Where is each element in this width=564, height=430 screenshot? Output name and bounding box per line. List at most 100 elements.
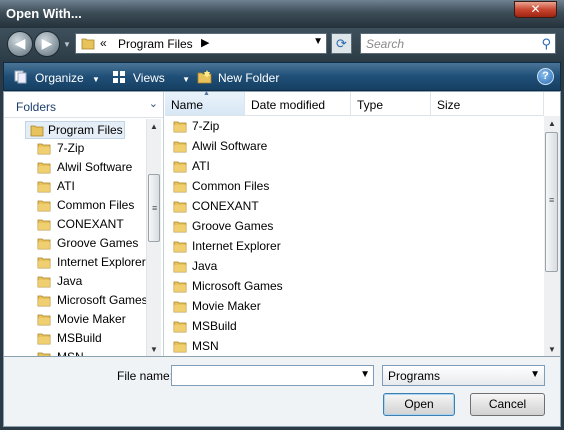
- chevron-down-icon[interactable]: ⌄: [149, 97, 158, 110]
- tree-item-label: Alwil Software: [57, 160, 133, 174]
- window-title: Open With...: [6, 6, 82, 21]
- folder-icon: [37, 294, 51, 310]
- column-label: Size: [437, 98, 461, 112]
- folder-icon: [173, 320, 187, 336]
- file-name-combobox[interactable]: ▼: [171, 365, 374, 386]
- grip-icon: ≡: [549, 195, 555, 205]
- folder-icon: [173, 280, 187, 296]
- folders-pane: Folders ⌄ Program Files 7-Zip Alwil Softw…: [4, 92, 164, 356]
- file-type-value: Programs: [388, 369, 441, 383]
- folder-icon: [37, 275, 51, 291]
- tree-item-label: MSN: [57, 350, 84, 356]
- folder-icon: [173, 200, 187, 216]
- folder-icon: [173, 180, 187, 196]
- search-input[interactable]: Search ⚲: [360, 33, 556, 54]
- file-type-select[interactable]: Programs ▼: [382, 365, 545, 386]
- help-button[interactable]: ?: [537, 68, 554, 85]
- open-button[interactable]: Open: [383, 393, 455, 416]
- folder-icon: [37, 351, 51, 356]
- folders-header[interactable]: Folders ⌄: [4, 92, 163, 118]
- breadcrumb-overflow-button[interactable]: «: [100, 36, 107, 50]
- column-label: Date modified: [251, 98, 326, 112]
- new-folder-button[interactable]: New Folder: [197, 70, 279, 85]
- recent-pages-dropdown-icon[interactable]: ▼: [63, 40, 71, 49]
- folder-icon: [173, 240, 187, 256]
- new-folder-label: New Folder: [218, 71, 280, 85]
- folders-scrollbar[interactable]: ▲ ≡ ▼: [146, 119, 161, 356]
- scroll-down-icon[interactable]: ▼: [150, 345, 158, 354]
- grip-icon: ≡: [152, 203, 158, 213]
- views-dropdown-icon: ▼: [182, 75, 191, 84]
- column-header-date-modified[interactable]: Date modified: [245, 92, 351, 116]
- list-item-label: Microsoft Games: [192, 279, 283, 293]
- file-name-label: File name:: [117, 369, 174, 383]
- back-arrow-icon: ◀: [14, 35, 26, 51]
- cancel-button[interactable]: Cancel: [470, 393, 545, 416]
- folder-icon: [173, 160, 187, 176]
- scrollbar-thumb[interactable]: ≡: [148, 174, 160, 242]
- organize-icon: [14, 70, 29, 84]
- organize-label: Organize: [35, 71, 84, 85]
- folder-icon: [173, 260, 187, 276]
- refresh-button[interactable]: ⟳: [331, 33, 352, 54]
- forward-arrow-icon: ▶: [41, 35, 53, 51]
- list-item-label: Internet Explorer: [192, 239, 281, 253]
- scroll-up-icon[interactable]: ▲: [548, 119, 556, 128]
- views-button[interactable]: Views ▼: [112, 70, 190, 85]
- column-label: Name: [171, 98, 204, 112]
- tree-item-label: Microsoft Games: [57, 293, 148, 307]
- folder-icon: [37, 256, 51, 272]
- folder-icon: [37, 237, 51, 253]
- close-button[interactable]: ✕: [514, 1, 557, 18]
- views-icon: [112, 70, 127, 84]
- address-dropdown-icon[interactable]: ▼: [313, 36, 323, 47]
- list-item-label: Alwil Software: [192, 139, 268, 153]
- sort-ascending-icon: ▲: [203, 90, 210, 97]
- scroll-down-icon[interactable]: ▼: [548, 345, 556, 354]
- back-button[interactable]: ◀: [7, 31, 33, 57]
- title-bar: Open With... ✕: [0, 0, 564, 28]
- folder-icon: [81, 37, 95, 53]
- help-icon: ?: [542, 70, 549, 82]
- list-item-label: ATI: [192, 159, 210, 173]
- list-item-label: Java: [192, 259, 218, 273]
- tree-item-label: Movie Maker: [57, 312, 126, 326]
- file-list: ▲ Name Date modified Type Size 7-Zip Alwi…: [165, 90, 560, 356]
- column-header-size[interactable]: Size: [431, 92, 544, 116]
- organize-button[interactable]: Organize ▼: [14, 70, 100, 85]
- list-item-label: Movie Maker: [192, 299, 261, 313]
- breadcrumb-program-files[interactable]: Program Files: [118, 37, 193, 51]
- dialog-footer: File name: ▼ Programs ▼ Open Cancel: [3, 357, 561, 427]
- breadcrumb-arrow-icon[interactable]: ▶: [201, 36, 209, 49]
- column-header-type[interactable]: Type: [351, 92, 431, 116]
- file-name-dropdown-icon[interactable]: ▼: [360, 369, 370, 380]
- scrollbar-thumb[interactable]: ≡: [545, 132, 558, 272]
- folder-icon: [30, 124, 44, 140]
- folder-icon: [173, 120, 187, 136]
- tree-item-label: 7-Zip: [57, 141, 85, 155]
- file-list-scrollbar[interactable]: ▲ ≡ ▼: [544, 116, 560, 356]
- folder-icon: [173, 140, 187, 156]
- file-type-dropdown-icon[interactable]: ▼: [530, 369, 540, 380]
- folder-icon: [37, 332, 51, 348]
- list-item-label: MSBuild: [192, 319, 237, 333]
- forward-button[interactable]: ▶: [34, 31, 60, 57]
- column-header-name[interactable]: ▲ Name: [165, 90, 245, 116]
- tree-item-label: Common Files: [57, 198, 135, 212]
- views-label: Views: [133, 71, 165, 85]
- tree-item-label: MSBuild: [57, 331, 102, 345]
- folder-icon: [37, 218, 51, 234]
- folder-icon: [37, 180, 51, 196]
- tree-item-label: Groove Games: [57, 236, 139, 250]
- file-name-input[interactable]: [172, 366, 352, 385]
- tree-item-label: Program Files: [48, 123, 123, 137]
- tree-item-program-files[interactable]: Program Files: [25, 121, 125, 139]
- list-item-label: MSN: [192, 339, 219, 353]
- address-bar[interactable]: « Program Files ▶ ▼: [75, 33, 327, 54]
- address-row: ◀ ▶ ▼ « Program Files ▶ ▼ ⟳ Search ⚲: [0, 28, 564, 60]
- tree-item-label: CONEXANT: [57, 217, 124, 231]
- close-icon: ✕: [530, 2, 541, 16]
- scroll-up-icon[interactable]: ▲: [150, 122, 158, 131]
- search-icon[interactable]: ⚲: [541, 36, 551, 52]
- column-label: Type: [357, 98, 384, 112]
